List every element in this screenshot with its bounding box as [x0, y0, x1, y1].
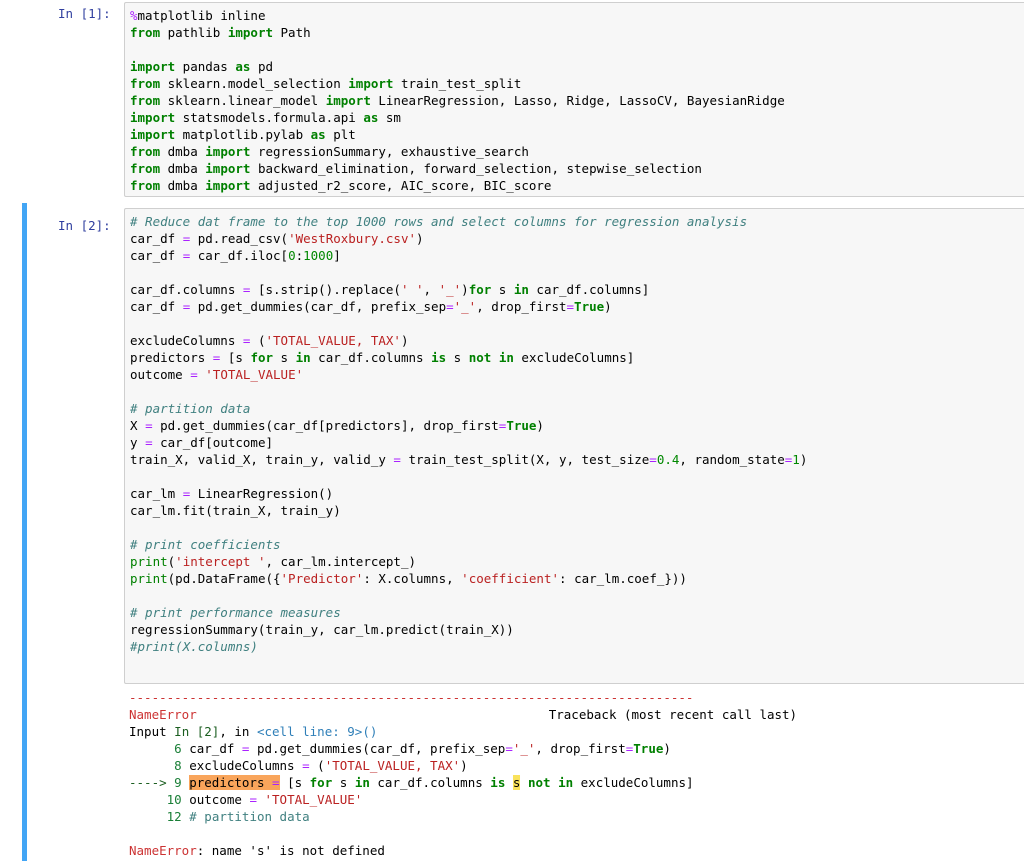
code-editor[interactable]: %matplotlib inline from pathlib import P…	[130, 7, 785, 194]
code-line: car_df = car_df.iloc[0:1000]	[130, 248, 341, 263]
code-line: outcome = 'TOTAL_VALUE'	[130, 367, 304, 382]
code-cell-1[interactable]: In [1]: %matplotlib inline from pathlib …	[0, 0, 1024, 197]
code-line: %matplotlib inline	[130, 8, 266, 23]
error-name: NameError	[129, 707, 197, 722]
cell-output-error: ----------------------------------------…	[129, 689, 1024, 859]
code-line: import matplotlib.pylab as plt	[130, 127, 356, 142]
code-line: # Reduce dat frame to the top 1000 rows …	[130, 214, 748, 229]
traceback-label: Traceback (most recent call last)	[548, 707, 798, 722]
code-editor[interactable]: # Reduce dat frame to the top 1000 rows …	[130, 213, 807, 655]
code-cell-2[interactable]: In [2]: # Reduce dat frame to the top 10…	[0, 203, 1024, 861]
traceback-location: Input In [2], in <cell line: 9>()	[129, 724, 378, 739]
code-line: print(pd.DataFrame({'Predictor': X.colum…	[130, 571, 687, 586]
code-input-area[interactable]: %matplotlib inline from pathlib import P…	[124, 2, 1024, 197]
code-line: # print coefficients	[130, 537, 281, 552]
traceback-separator: ----------------------------------------…	[129, 690, 694, 705]
traceback-line-error: ----> 9 predictors = [s for s in car_df.…	[129, 775, 694, 790]
selected-cell-indicator	[22, 203, 27, 861]
traceback-line: 12 # partition data	[166, 809, 310, 824]
code-line: from sklearn.linear_model import LinearR…	[130, 93, 785, 108]
code-line: from sklearn.model_selection import trai…	[130, 76, 522, 91]
code-line: train_X, valid_X, train_y, valid_y = tra…	[130, 452, 808, 467]
error-message: NameError: name 's' is not defined	[129, 843, 385, 858]
code-line: print('intercept ', car_lm.intercept_)	[130, 554, 416, 569]
code-line: #print(X.columns)	[130, 639, 258, 654]
traceback-header: NameError Traceback (most recent call las…	[129, 706, 1024, 723]
code-line: car_df = pd.read_csv('WestRoxbury.csv')	[130, 231, 424, 246]
code-line: from pathlib import Path	[130, 25, 311, 40]
code-line: y = car_df[outcome]	[130, 435, 274, 450]
code-line: predictors = [s for s in car_df.columns …	[130, 350, 635, 365]
traceback-line: 6 car_df = pd.get_dummies(car_df, prefix…	[174, 741, 671, 756]
code-line: import statsmodels.formula.api as sm	[130, 110, 401, 125]
code-line: regressionSummary(train_y, car_lm.predic…	[130, 622, 514, 637]
code-line: car_lm.fit(train_X, train_y)	[130, 503, 341, 518]
code-line: car_df = pd.get_dummies(car_df, prefix_s…	[130, 299, 612, 314]
code-line: from dmba import backward_elimination, f…	[130, 161, 702, 176]
code-line: car_lm = LinearRegression()	[130, 486, 334, 501]
code-line: from dmba import adjusted_r2_score, AIC_…	[130, 178, 552, 193]
code-line: # partition data	[130, 401, 251, 416]
code-line: car_df.columns = [s.strip().replace(' ',…	[130, 282, 650, 297]
code-line: # print performance measures	[130, 605, 341, 620]
code-line: X = pd.get_dummies(car_df[predictors], d…	[130, 418, 544, 433]
traceback-line: 10 outcome = 'TOTAL_VALUE'	[166, 792, 363, 807]
cell-prompt: In [1]:	[58, 6, 111, 21]
code-line: excludeColumns = ('TOTAL_VALUE, TAX')	[130, 333, 409, 348]
cell-prompt: In [2]:	[58, 218, 111, 233]
code-input-area[interactable]: # Reduce dat frame to the top 1000 rows …	[124, 208, 1024, 684]
code-line: from dmba import regressionSummary, exha…	[130, 144, 529, 159]
code-line: import pandas as pd	[130, 59, 274, 74]
traceback-line: 8 excludeColumns = ('TOTAL_VALUE, TAX')	[174, 758, 468, 773]
